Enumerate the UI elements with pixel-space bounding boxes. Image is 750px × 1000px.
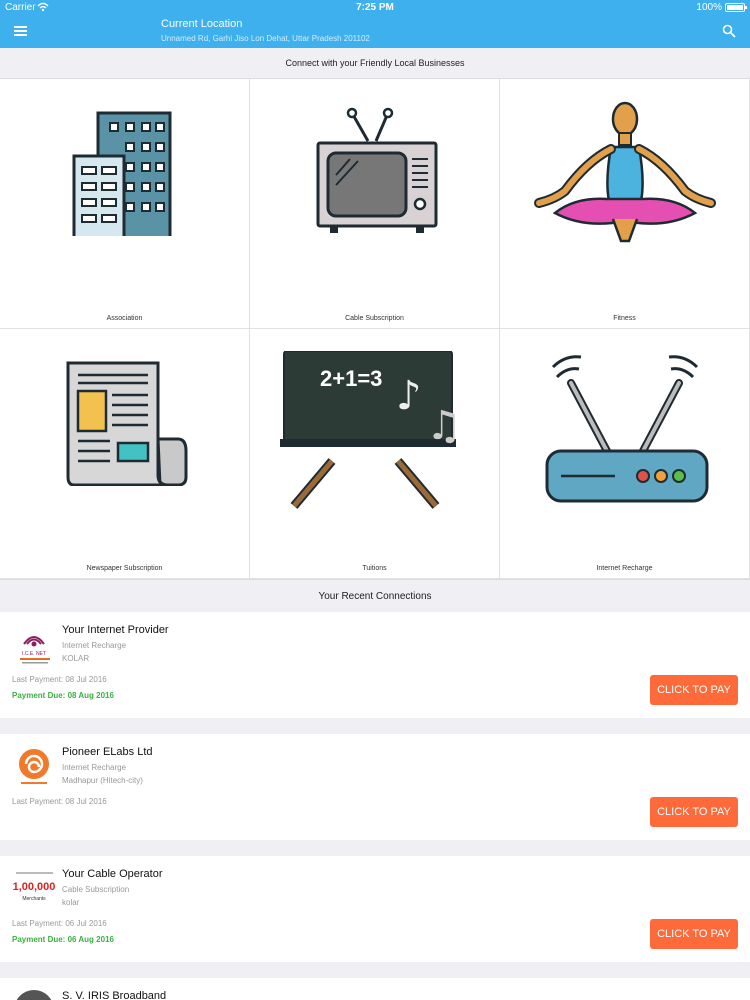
connection-location: kolar <box>62 898 80 907</box>
ice-net-logo: I.C.E. NET <box>12 624 57 669</box>
connection-category: Internet Recharge <box>62 641 127 650</box>
connection-name: Pioneer ELabs Ltd <box>62 746 153 758</box>
category-label: Fitness <box>613 315 636 322</box>
connection-name: Your Internet Provider <box>62 624 169 636</box>
category-grid: Association Cable Subscription Fitness N… <box>0 78 750 580</box>
last-payment: Last Payment: 06 Jul 2016 <box>12 919 107 928</box>
connection-card[interactable]: Pioneer ELabs Ltd Internet Recharge Madh… <box>0 734 750 840</box>
pioneer-logo <box>12 744 57 789</box>
category-newspaper-subscription[interactable]: Newspaper Subscription <box>0 329 250 579</box>
connection-category: Cable Subscription <box>62 885 130 894</box>
hamburger-menu-icon[interactable] <box>14 26 27 37</box>
connection-name: Your Cable Operator <box>62 868 163 880</box>
battery-percent: 100% <box>696 2 722 13</box>
click-to-pay-button[interactable]: CLICK TO PAY <box>650 919 738 949</box>
logo-text: I.C.E. NET <box>22 651 46 657</box>
iris-logo <box>16 990 52 1000</box>
svg-text:2+1=3: 2+1=3 <box>320 366 382 391</box>
last-payment: Last Payment: 08 Jul 2016 <box>12 675 107 684</box>
clock: 7:25 PM <box>356 2 394 13</box>
logo-text: 1,00,000 <box>13 881 56 893</box>
category-cable-subscription[interactable]: Cable Subscription <box>250 79 500 329</box>
newspaper-icon <box>66 361 187 486</box>
connection-card[interactable]: I.C.E. NET Your Internet Provider Intern… <box>0 612 750 718</box>
status-bar: Carrier 7:25 PM 100% <box>0 0 750 16</box>
svg-text:♪: ♪ <box>396 373 422 419</box>
battery-icon <box>725 3 747 12</box>
category-fitness[interactable]: Fitness <box>500 79 750 329</box>
connection-location: Madhapur (Hitech-city) <box>62 776 143 785</box>
connection-category: Internet Recharge <box>62 763 127 772</box>
connection-card[interactable]: 1,00,000 Merchants Your Cable Operator C… <box>0 856 750 962</box>
category-label: Internet Recharge <box>596 565 653 572</box>
nav-bar: Current Location Unnamed Rd, Garhi Jiso … <box>0 16 750 48</box>
tv-icon <box>316 107 437 233</box>
location-title[interactable]: Current Location <box>161 18 242 30</box>
click-to-pay-button[interactable]: CLICK TO PAY <box>650 797 738 827</box>
connection-card[interactable]: S. V. IRIS Broadband <box>0 978 750 1000</box>
logo-text: Merchants <box>22 896 46 902</box>
category-label: Newspaper Subscription <box>86 565 163 572</box>
payment-due: Payment Due: 06 Aug 2016 <box>12 935 114 944</box>
router-icon <box>545 355 708 503</box>
payment-due: Payment Due: 08 Aug 2016 <box>12 691 114 700</box>
recent-heading: Your Recent Connections <box>318 591 432 602</box>
chalkboard-icon: 2+1=3 ♪ ♫ <box>279 351 462 509</box>
last-payment: Last Payment: 08 Jul 2016 <box>12 797 107 806</box>
category-label: Association <box>106 315 143 322</box>
search-icon[interactable] <box>722 24 736 38</box>
building-icon <box>72 111 171 236</box>
category-internet-recharge[interactable]: Internet Recharge <box>500 329 750 579</box>
category-label: Cable Subscription <box>345 315 404 322</box>
svg-text:♫: ♫ <box>426 403 462 449</box>
category-label: Tuitions <box>362 565 387 572</box>
click-to-pay-button[interactable]: CLICK TO PAY <box>650 675 738 705</box>
merchants-logo: 1,00,000 Merchants <box>12 868 57 913</box>
categories-heading: Connect with your Friendly Local Busines… <box>285 58 465 68</box>
category-association[interactable]: Association <box>0 79 250 329</box>
connection-name: S. V. IRIS Broadband <box>62 990 167 1000</box>
category-tuitions[interactable]: 2+1=3 ♪ ♫ Tuitions <box>250 329 500 579</box>
connection-location: KOLAR <box>62 654 90 663</box>
yoga-icon <box>533 101 716 243</box>
location-address[interactable]: Unnamed Rd, Garhi Jiso Lon Dehat, Uttar … <box>161 34 370 43</box>
